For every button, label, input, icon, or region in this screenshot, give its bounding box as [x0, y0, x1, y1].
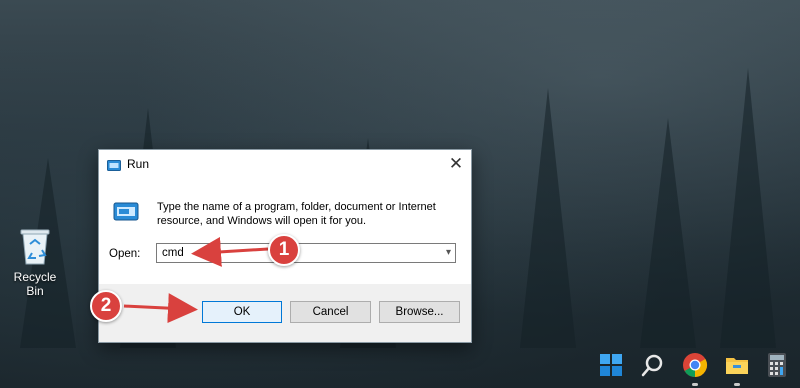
running-indicator	[734, 383, 740, 386]
close-button[interactable]: ✕	[441, 150, 471, 178]
tree-silhouette	[520, 88, 576, 348]
taskbar	[0, 344, 800, 388]
dialog-title: Run	[127, 157, 150, 171]
dialog-description: Type the name of a program, folder, docu…	[157, 201, 436, 227]
running-indicator	[692, 383, 698, 386]
chrome-icon[interactable]	[682, 352, 708, 378]
windows-start-icon[interactable]	[598, 352, 624, 378]
annotation-badge-1: 1	[268, 234, 300, 266]
close-icon: ✕	[448, 154, 464, 173]
desktop-icon-recycle-bin[interactable]: Recycle Bin	[4, 226, 66, 298]
cancel-button[interactable]: Cancel	[290, 301, 371, 323]
ok-button[interactable]: OK	[202, 301, 282, 323]
chevron-down-icon[interactable]: ▾	[446, 247, 451, 258]
open-input[interactable]: cmd ▾	[156, 243, 456, 263]
desktop-icon-label: Recycle Bin	[13, 270, 57, 298]
browse-button[interactable]: Browse...	[379, 301, 460, 323]
run-program-icon	[113, 202, 139, 222]
tree-silhouette	[720, 68, 776, 348]
search-icon[interactable]	[640, 352, 666, 378]
open-label: Open:	[109, 248, 141, 260]
file-explorer-icon[interactable]	[724, 352, 750, 378]
title-bar[interactable]: Run ✕	[99, 150, 471, 178]
calculator-icon[interactable]	[764, 352, 790, 378]
tree-silhouette	[640, 118, 696, 348]
recycle-bin-icon	[18, 226, 52, 266]
run-icon	[107, 158, 121, 171]
open-input-value: cmd	[162, 247, 184, 259]
annotation-badge-2: 2	[90, 290, 122, 322]
